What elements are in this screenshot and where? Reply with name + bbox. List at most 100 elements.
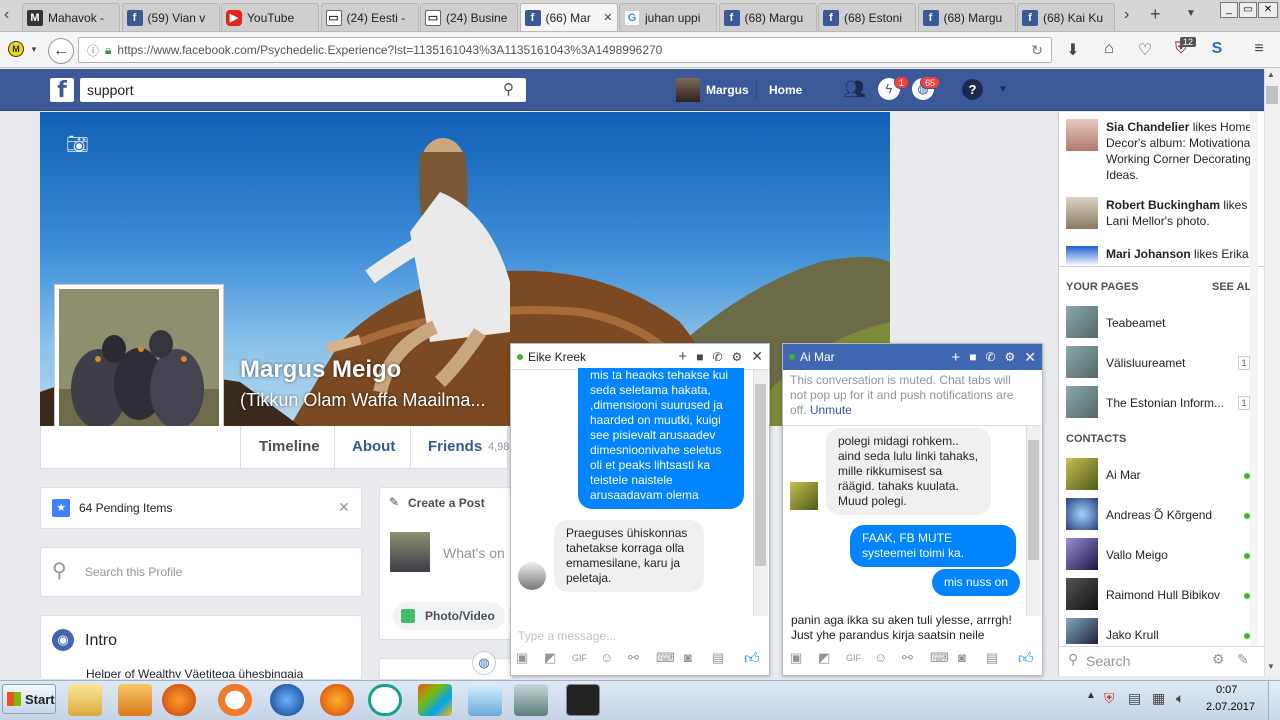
new-message-icon[interactable]: ✎ <box>1237 651 1249 668</box>
chat-header-eike[interactable]: Eike Kreek + ■ ✆ ⚙ ✕ <box>511 344 769 370</box>
pending-items-label[interactable]: 64 Pending Items <box>79 501 172 515</box>
voice-call-icon[interactable]: ✆ <box>985 350 995 364</box>
tray-volume-icon[interactable]: 🔈︎ <box>1176 690 1184 707</box>
header-home-link[interactable]: Home <box>769 83 802 97</box>
unmute-link[interactable]: Unmute <box>810 403 852 417</box>
account-menu-icon[interactable]: ▼ <box>998 84 1008 95</box>
ticker-item[interactable]: Sia Chandelier likes Home Decor's album:… <box>1106 119 1256 183</box>
sticker-icon[interactable]: ◩ <box>818 650 830 666</box>
tray-antivirus-icon[interactable]: ⛨ <box>1104 690 1115 707</box>
browser-tab[interactable]: f (59) Vian v <box>121 3 220 31</box>
url-bar[interactable]: ⓘ 🔒︎ https://www.facebook.com/Psychedeli… <box>78 37 1052 63</box>
page-item[interactable]: The Estonian Inform... <box>1106 396 1224 410</box>
browser-tab[interactable]: f (68) Margu <box>718 3 817 31</box>
page-item[interactable]: Teabeamet <box>1106 316 1165 330</box>
ticker-item[interactable]: Robert Buckingham likes Lani Mellor's ph… <box>1106 197 1256 229</box>
home-icon[interactable]: ⌂ <box>1098 40 1120 58</box>
profile-name[interactable]: Margus Meigo <box>240 356 401 384</box>
pocket-icon[interactable]: ♡ <box>1134 40 1156 60</box>
attach-icon[interactable]: ⚯ <box>628 650 639 666</box>
photo-icon[interactable]: ▣ <box>516 650 528 666</box>
scroll-down-arrow-icon[interactable]: ▼ <box>1267 662 1275 671</box>
tab-timeline[interactable]: Timeline <box>259 438 320 455</box>
video-call-icon[interactable]: ■ <box>969 350 976 364</box>
facebook-logo-icon[interactable]: f <box>50 78 74 103</box>
browser-tab[interactable]: f (66) Mar ✕ <box>519 3 618 31</box>
ticker-avatar[interactable] <box>1066 246 1098 266</box>
contact-item[interactable]: Andreas Õ Kõrgend <box>1106 508 1212 522</box>
chat-name[interactable]: Ai Mar <box>800 350 942 364</box>
game-icon[interactable]: ⌨ <box>656 650 675 666</box>
friend-requests-icon[interactable]: 👥︎ <box>843 79 866 100</box>
chat-settings-icon[interactable]: ⚙ <box>1212 651 1225 668</box>
thunderbird-icon[interactable] <box>270 684 304 716</box>
tab-about[interactable]: About <box>352 438 395 455</box>
profile-search-input[interactable]: Search this Profile <box>85 565 182 579</box>
page-avatar[interactable] <box>1066 386 1098 418</box>
show-hidden-icons-icon[interactable]: ▲ <box>1086 690 1096 701</box>
clock-date[interactable]: 2.07.2017 <box>1206 701 1255 713</box>
tab-scroll-left-icon[interactable]: ‹ <box>4 6 9 24</box>
restore-window-icon[interactable]: ▭ <box>1239 2 1257 18</box>
tray-network-icon[interactable]: ▦ <box>1152 690 1165 707</box>
browser-tab[interactable]: ▶ YouTube <box>221 3 319 31</box>
contact-avatar[interactable] <box>1066 618 1098 644</box>
update-cover-camera-icon[interactable]: 📷︎ <box>66 134 89 155</box>
contact-item[interactable]: Raimond Hull Bibikov <box>1106 588 1220 602</box>
scroll-up-arrow-icon[interactable]: ▲ <box>1267 70 1275 79</box>
like-icon[interactable]: 👍︎ <box>1018 650 1034 668</box>
search-icon[interactable]: ⚲ <box>503 80 514 98</box>
game-icon[interactable]: ⌨ <box>930 650 949 666</box>
tab-list-icon[interactable]: ▼ <box>1186 8 1196 19</box>
voice-call-icon[interactable]: ✆ <box>712 350 722 364</box>
notepad-icon[interactable] <box>468 684 502 716</box>
avast-icon[interactable] <box>218 684 252 716</box>
gif-icon[interactable]: GIF <box>572 653 587 663</box>
network-tool-icon[interactable] <box>514 684 548 716</box>
gif-icon[interactable]: GIF <box>846 653 861 663</box>
firefox-icon[interactable] <box>320 684 354 716</box>
media-player-icon[interactable] <box>118 684 152 716</box>
emoji-icon[interactable]: ☺ <box>874 650 887 665</box>
close-tab-icon[interactable]: ✕ <box>603 11 612 24</box>
chat-options-icon[interactable]: ⚙ <box>732 350 743 364</box>
menu-dropdown-icon[interactable]: ▼ <box>30 45 38 54</box>
tab-friends[interactable]: Friends <box>428 438 482 455</box>
calendar-icon[interactable]: ▤ <box>712 650 724 666</box>
browser-tab[interactable]: f (68) Estoni <box>818 3 916 31</box>
sync-icon[interactable]: S <box>1206 40 1228 58</box>
new-tab-icon[interactable]: + <box>1150 4 1161 25</box>
show-desktop-button[interactable] <box>1268 681 1280 720</box>
browser-tab[interactable]: ▭ (24) Eesti - <box>320 3 419 31</box>
clock-time[interactable]: 0:07 <box>1216 684 1237 696</box>
contact-avatar[interactable] <box>1066 498 1098 530</box>
help-icon[interactable]: ? <box>962 79 983 100</box>
header-user-name[interactable]: Margus <box>706 83 749 97</box>
video-call-icon[interactable]: ■ <box>696 350 703 364</box>
windows-update-icon[interactable] <box>418 684 452 716</box>
chat-input[interactable]: Type a message... <box>518 629 616 643</box>
tab-scroll-right-icon[interactable]: › <box>1124 6 1129 24</box>
contact-item[interactable]: Jako Krull <box>1106 628 1159 642</box>
chat-scrollbar-thumb[interactable] <box>1028 440 1039 560</box>
ticker-item[interactable]: Mari Johanson likes Erika <box>1106 246 1256 266</box>
contact-item[interactable]: Vallo Meigo <box>1106 548 1168 562</box>
browser-tab[interactable]: M Mahavok - <box>22 3 120 31</box>
back-button[interactable]: ← <box>48 38 74 64</box>
language-globe-icon[interactable]: ◍ <box>472 651 496 675</box>
ticker-avatar[interactable] <box>1066 119 1098 151</box>
sticker-icon[interactable]: ◩ <box>544 650 556 666</box>
close-chat-icon[interactable]: ✕ <box>751 348 763 365</box>
page-avatar[interactable] <box>1066 306 1098 338</box>
browser-tab[interactable]: f (68) Kai Ku <box>1017 3 1115 31</box>
browser-tab[interactable]: Gjuhan uppi <box>619 3 717 31</box>
browser-tab[interactable]: f (68) Margu <box>917 3 1016 31</box>
photo-icon[interactable]: ▣ <box>790 650 802 666</box>
chat-input[interactable]: panin aga ikka su aken tuli ylesse, arrr… <box>791 613 1025 643</box>
reload-icon[interactable]: ↻ <box>1031 42 1043 59</box>
chat-name[interactable]: Eike Kreek <box>528 350 669 364</box>
chat-scrollbar-thumb[interactable] <box>755 384 766 566</box>
like-icon[interactable]: 👍︎ <box>744 650 760 668</box>
tray-usb-icon[interactable]: ▤ <box>1128 690 1141 707</box>
add-people-icon[interactable]: + <box>678 348 687 365</box>
